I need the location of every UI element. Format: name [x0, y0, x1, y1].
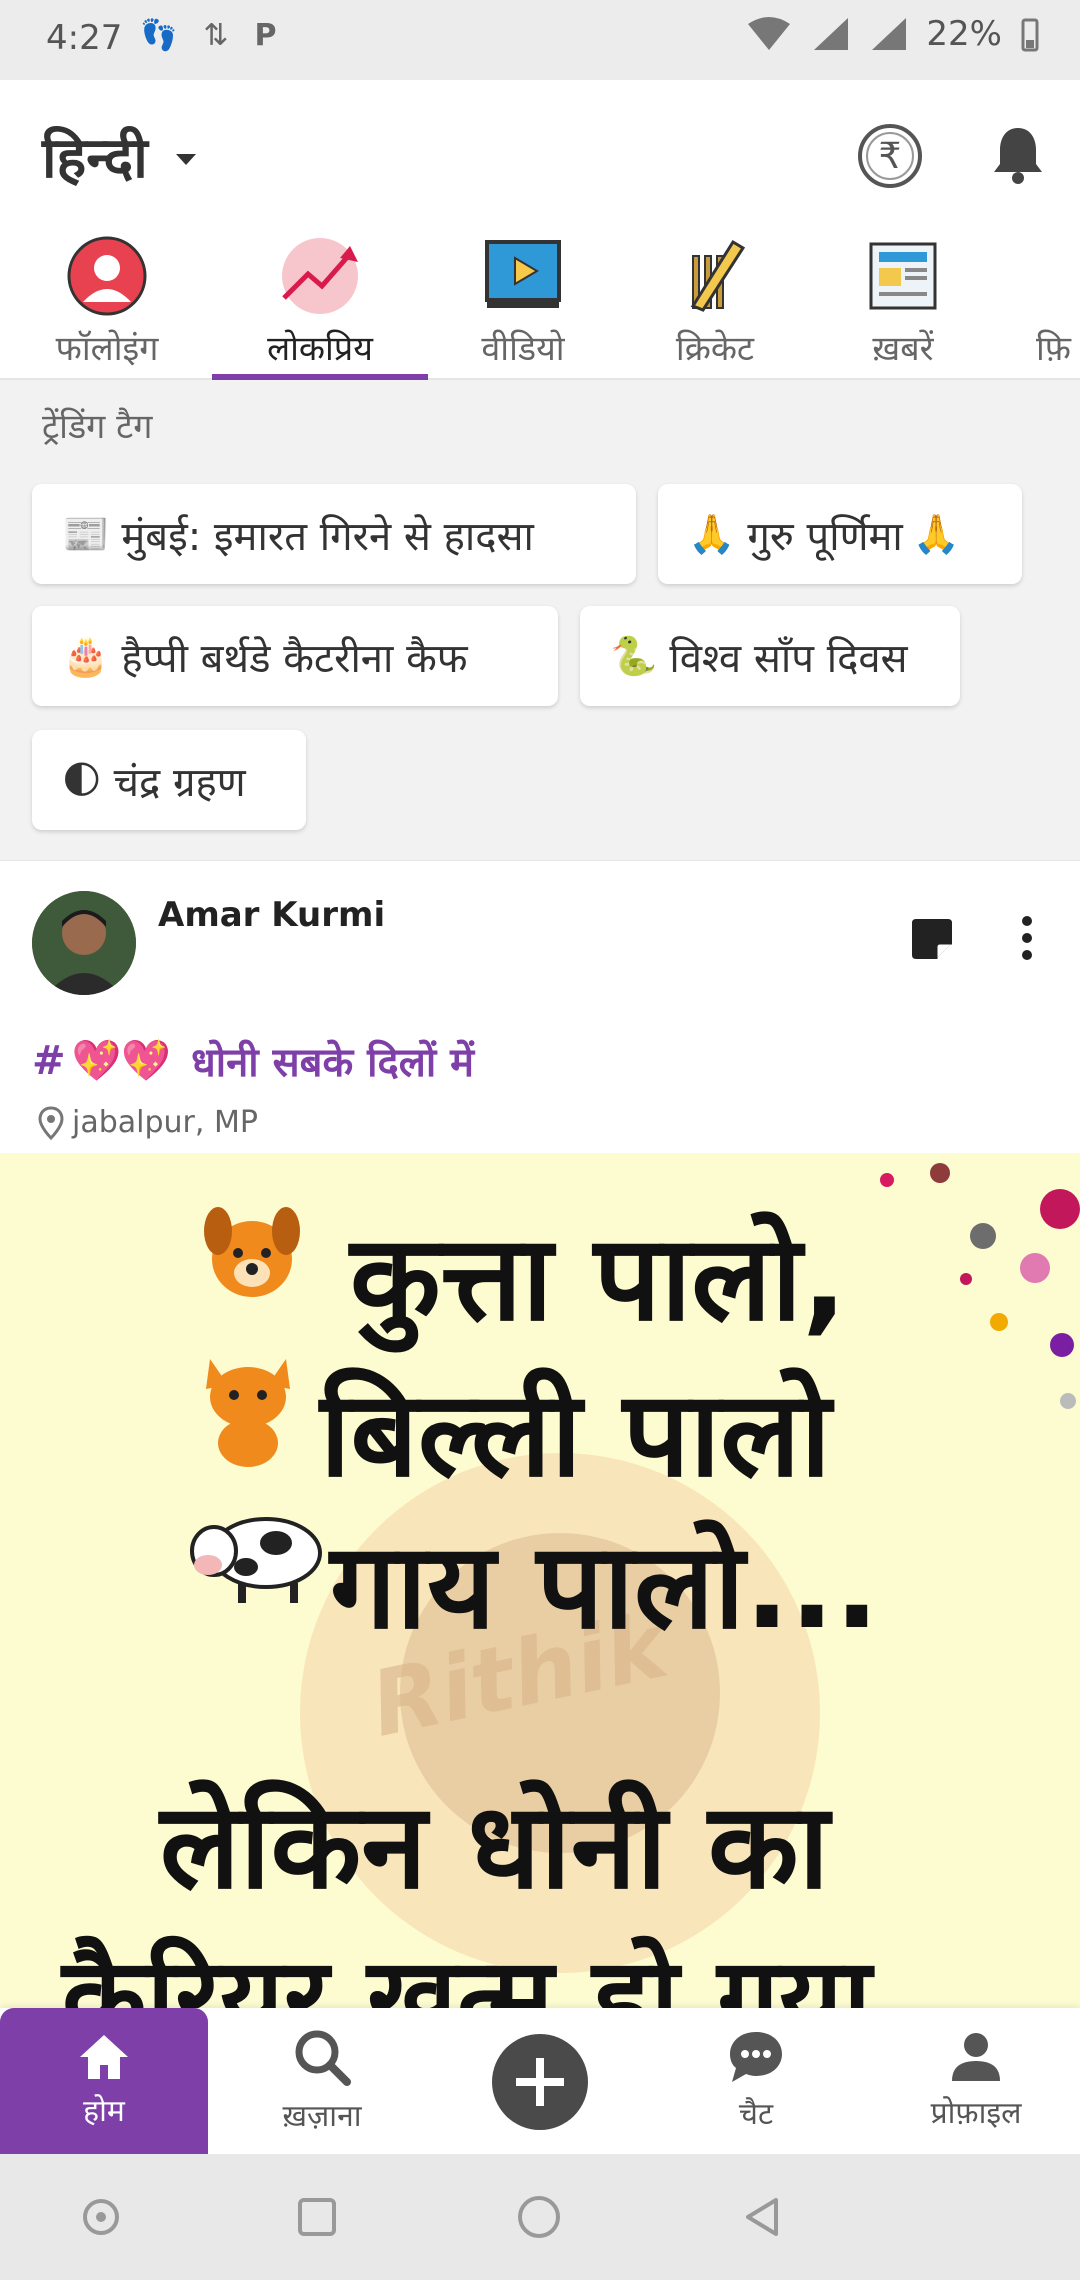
notification-bell-icon[interactable] [990, 124, 1046, 184]
nav-label: प्रोफ़ाइल [930, 2095, 1022, 2131]
app-header: हिन्दी ₹ [0, 80, 1080, 230]
assistant-icon[interactable] [76, 2192, 126, 2242]
nav-profile[interactable]: प्रोफ़ाइल [896, 2008, 1056, 2154]
nav-home[interactable]: होम [0, 2008, 208, 2154]
language-label: हिन्दी [42, 126, 148, 191]
plus-icon [516, 2058, 564, 2106]
hearts-icon: 💖💖 [71, 1038, 172, 1084]
search-icon [295, 2030, 351, 2086]
snake-icon: 🐍 [610, 633, 658, 678]
location-pin-icon [38, 1105, 64, 1140]
more-vertical-icon[interactable] [1012, 913, 1042, 963]
post-caption: # 💖💖 धोनी सबके दिलों में [32, 1033, 474, 1088]
recents-icon[interactable] [292, 2192, 342, 2242]
trending-title: ट्रेंडिंग टैग [42, 407, 153, 447]
birthday-cake-icon: 🎂 [62, 633, 110, 678]
trending-chip[interactable]: 🐍 विश्व साँप दिवस [580, 606, 960, 706]
tab-following[interactable]: फॉलोइंग [32, 230, 182, 380]
status-right: 22% [746, 14, 1040, 54]
avatar-image [32, 891, 136, 995]
following-user-icon [67, 236, 147, 316]
chevron-down-icon [175, 153, 196, 165]
trending-chip[interactable]: 🎂 हैप्पी बर्थडे कैटरीना कैफ [32, 606, 558, 706]
nav-label: होम [83, 2093, 125, 2129]
cow-icon [190, 1517, 322, 1603]
praying-hands-icon: 🙏 [912, 511, 961, 556]
chip-label: चंद्र ग्रहण [113, 759, 246, 806]
avatar[interactable] [32, 891, 136, 995]
feed-post: Amar Kurmi # 💖💖 धोनी सबके दिलों में jaba… [0, 860, 1080, 2013]
tab-video[interactable]: वीडियो [448, 230, 598, 380]
location-text: jabalpur, MP [72, 1105, 258, 1140]
signal-icon [814, 18, 849, 50]
rupee-wallet-button[interactable]: ₹ [858, 124, 922, 188]
steps-icon: 👣 [140, 18, 178, 53]
tab-film-partial[interactable]: फ़ि [1036, 230, 1080, 380]
create-post-button[interactable] [492, 2034, 588, 2130]
status-notification-icons: 👣 ⇅ P [140, 18, 277, 53]
nav-label: ख़ज़ाना [282, 2098, 362, 2134]
trending-chip[interactable]: 🙏 गुरु पूर्णिमा 🙏 [658, 484, 1022, 584]
trending-chip[interactable]: 🌓 चंद्र ग्रहण [32, 730, 306, 830]
dog-icon [204, 1207, 300, 1297]
tab-label: लोकप्रिय [267, 329, 373, 369]
tab-label: फ़ि [1036, 329, 1072, 369]
image-text-line: कुत्ता पालो, [350, 1209, 847, 1347]
back-icon[interactable] [738, 2192, 788, 2242]
cat-icon [206, 1359, 290, 1467]
home-icon [80, 2034, 128, 2079]
image-text-line: गाय पालो... [330, 1517, 880, 1655]
trending-chip[interactable]: 📰 मुंबई: इमारत गिरने से हादसा [32, 484, 636, 584]
post-author-name[interactable]: Amar Kurmi [158, 895, 385, 935]
newspaper-emoji-icon: 📰 [62, 511, 110, 556]
image-text-line: बिल्ली पालो [320, 1365, 831, 1503]
tab-popular[interactable]: लोकप्रिय [222, 230, 418, 380]
tab-news[interactable]: ख़बरें [828, 230, 978, 380]
language-selector[interactable]: हिन्दी [42, 118, 196, 194]
chip-label: मुंबई: इमारत गिरने से हादसा [121, 513, 534, 560]
image-text-line: कैरियर खत्म हो गया [62, 1934, 872, 2013]
video-screen-icon [485, 240, 561, 308]
trending-tags-section: ट्रेंडिंग टैग 📰 मुंबई: इमारत गिरने से हा… [0, 380, 1080, 860]
nav-chat[interactable]: चैट [684, 2008, 828, 2154]
trending-up-icon [282, 238, 358, 314]
tab-label: वीडियो [481, 329, 565, 369]
chat-bubble-icon [730, 2031, 782, 2082]
cricket-bat-icon [690, 239, 746, 312]
tab-cricket[interactable]: क्रिकेट [640, 230, 790, 380]
status-time: 4:27 [46, 18, 123, 58]
status-bar: 4:27 👣 ⇅ P 22% [0, 0, 1080, 80]
system-navigation-bar [0, 2154, 1080, 2280]
caption-text: धोनी सबके दिलों में [191, 1040, 475, 1086]
praying-hands-icon: 🙏 [688, 511, 736, 556]
bottom-navigation: होम ख़ज़ाना चैट प्रोफ़ाइल [0, 2008, 1080, 2154]
moon-icon: 🌓 [62, 758, 102, 802]
nav-treasure[interactable]: ख़ज़ाना [236, 2008, 408, 2154]
chip-label: गुरु पूर्णिमा [747, 513, 903, 560]
profile-icon [952, 2032, 1000, 2081]
rupee-icon: ₹ [878, 135, 902, 177]
save-sticker-icon[interactable] [910, 917, 954, 961]
battery-icon [1021, 18, 1039, 52]
tab-label: क्रिकेट [675, 329, 755, 369]
signal-icon-2 [872, 18, 907, 50]
tab-label: ख़बरें [872, 329, 934, 369]
caption-hash: # [32, 1037, 66, 1084]
chip-label: विश्व साँप दिवस [669, 635, 908, 682]
chip-label: हैप्पी बर्थडे कैटरीना कैफ [121, 635, 468, 682]
newspaper-icon [869, 242, 937, 310]
app-screen: { "status_bar": { "time": "4:27", "batte… [0, 0, 1080, 2280]
nav-label: चैट [738, 2096, 774, 2132]
home-system-icon[interactable] [514, 2192, 564, 2242]
image-text-line: लेकिन धोनी का [160, 1777, 830, 1915]
data-transfer-icon: ⇅ [203, 18, 229, 53]
post-location[interactable]: jabalpur, MP [36, 1105, 258, 1140]
category-tabs: फॉलोइंग लोकप्रिय वीडियो क्रिकेट ख़बरें फ… [0, 230, 1080, 380]
wifi-icon [748, 17, 791, 50]
tab-label: फॉलोइंग [55, 329, 159, 369]
battery-text: 22% [926, 14, 1002, 54]
parking-app-icon: P [254, 18, 277, 53]
post-image[interactable]: Rithik कुत्ता पालो, बिल्ली पालो गाय पालो… [0, 1153, 1080, 2013]
